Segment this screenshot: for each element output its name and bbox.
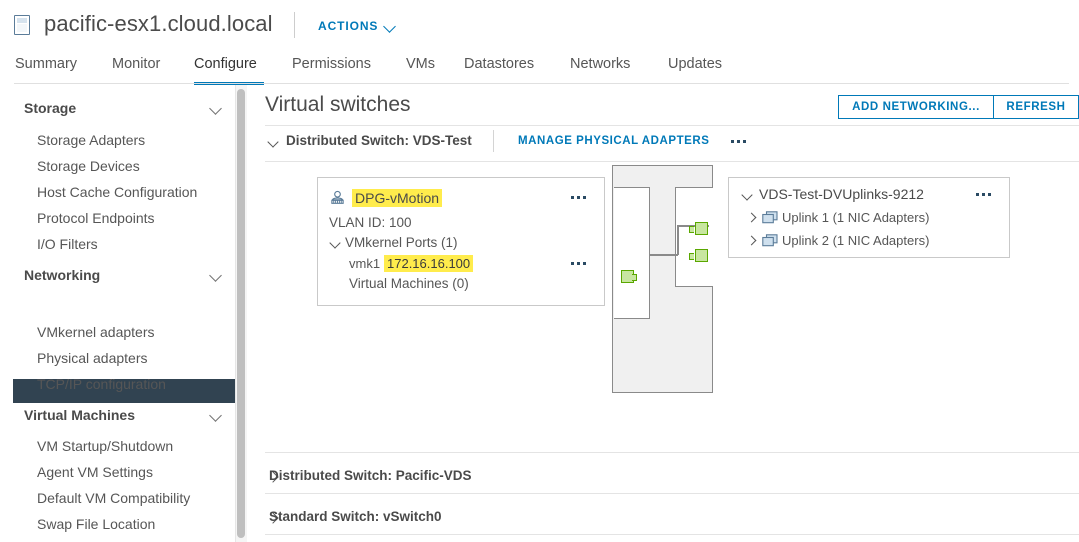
actions-button[interactable]: ACTIONS	[318, 19, 378, 33]
sidebar-scrollbar-thumb[interactable]	[237, 89, 245, 538]
sidebar-group-networking[interactable]: Networking	[24, 267, 100, 283]
uplinks-group-name[interactable]: VDS-Test-DVUplinks-9212	[759, 186, 924, 202]
collapsed-switch-section-1[interactable]: Standard Switch: vSwitch0	[269, 509, 442, 524]
add-networking-button[interactable]: ADD NETWORKING...	[838, 95, 993, 119]
sidebar-group-virtual-machines[interactable]: Virtual Machines	[24, 407, 135, 423]
sidebar-item-virtual-switches[interactable]: Virtual switches	[37, 298, 134, 314]
vmk1-label: vmk1 :	[349, 256, 388, 271]
tab-monitor[interactable]: Monitor	[112, 56, 160, 72]
main-content: Virtual switches ADD NETWORKING... REFRE…	[248, 85, 1079, 542]
port-group-vlan: VLAN ID: 100	[329, 215, 412, 230]
chevron-down-icon[interactable]	[329, 237, 341, 249]
chevron-down-icon[interactable]	[209, 269, 222, 282]
chevron-down-icon[interactable]	[741, 189, 753, 201]
tab-summary[interactable]: Summary	[15, 56, 77, 72]
network-connector-icon	[689, 222, 708, 235]
sidebar-item-vmkernel-adapters[interactable]: VMkernel adapters	[37, 324, 155, 340]
network-connector-icon	[621, 270, 637, 283]
top-bar: pacific-esx1.cloud.local ACTIONS	[0, 0, 1079, 48]
host-icon	[14, 15, 30, 35]
port-group-icon	[331, 190, 344, 204]
port-group-name[interactable]: DPG-vMotion	[352, 189, 443, 207]
sidebar-item-swap-file-location[interactable]: Swap File Location	[37, 516, 155, 532]
tab-vms[interactable]: VMs	[406, 56, 435, 72]
more-options-icon[interactable]	[731, 136, 751, 146]
more-options-icon[interactable]	[976, 189, 996, 199]
sidebar-group-storage[interactable]: Storage	[24, 100, 76, 116]
chevron-right-icon[interactable]	[746, 235, 757, 246]
header-divider	[265, 125, 1079, 126]
more-options-icon[interactable]	[571, 258, 591, 268]
nic-adapter-icon	[762, 211, 778, 224]
section-divider-rule	[265, 534, 1079, 535]
section-divider-rule	[265, 493, 1079, 494]
network-connector-icon	[689, 249, 708, 262]
tab-configure[interactable]: Configure	[194, 56, 257, 72]
sidebar-item-protocol-endpoints[interactable]: Protocol Endpoints	[37, 210, 155, 226]
distributed-switch-label[interactable]: Distributed Switch: VDS-Test	[286, 133, 472, 148]
switch-link-segment	[677, 225, 679, 255]
chevron-down-icon[interactable]	[209, 409, 222, 422]
page-title: Virtual switches	[265, 93, 411, 116]
vmk1-ip-address[interactable]: 172.16.16.100	[384, 255, 474, 272]
uplink-row-label[interactable]: Uplink 2 (1 NIC Adapters)	[782, 233, 929, 248]
tab-datastores[interactable]: Datastores	[464, 56, 534, 72]
more-options-icon[interactable]	[571, 192, 591, 202]
title-divider	[294, 12, 295, 38]
nic-adapter-icon	[762, 234, 778, 247]
section-divider	[493, 130, 494, 152]
virtual-machines-label: Virtual Machines (0)	[349, 276, 469, 291]
distributed-switch-header: Distributed Switch: VDS-Test MANAGE PHYS…	[265, 130, 1079, 161]
section-divider-rule	[265, 161, 1079, 162]
tab-bar: Summary Monitor Configure Permissions VMs Dat…	[0, 48, 1079, 85]
page-host-title: pacific-esx1.cloud.local	[44, 11, 273, 36]
uplinks-panel: VDS-Test-DVUplinks-9212 Uplink 1 (1 NIC …	[728, 177, 1010, 258]
vmkernel-ports-label[interactable]: VMkernel Ports (1)	[345, 235, 458, 250]
uplink-row-label[interactable]: Uplink 1 (1 NIC Adapters)	[782, 210, 929, 225]
refresh-button[interactable]: REFRESH	[993, 95, 1079, 119]
switch-link-segment	[649, 254, 678, 256]
sidebar: Storage Storage Adapters Storage Devices Ho…	[0, 85, 236, 542]
chevron-right-icon[interactable]	[746, 212, 757, 223]
sidebar-item-physical-adapters[interactable]: Physical adapters	[37, 350, 148, 366]
sidebar-item-i-o-filters[interactable]: I/O Filters	[37, 236, 98, 252]
collapsed-switch-section-0[interactable]: Distributed Switch: Pacific-VDS	[269, 468, 472, 483]
chevron-down-icon[interactable]	[267, 136, 279, 148]
switch-left-port-group-graphic	[614, 187, 650, 319]
sidebar-item-storage-adapters[interactable]: Storage Adapters	[37, 132, 145, 148]
sidebar-item-agent-vm-settings[interactable]: Agent VM Settings	[37, 464, 153, 480]
sidebar-item-host-cache-configuration[interactable]: Host Cache Configuration	[37, 184, 197, 200]
tab-updates[interactable]: Updates	[668, 56, 722, 72]
virtual-switch-diagram: DPG-vMotion VLAN ID: 100 VMkernel Ports …	[248, 165, 1079, 415]
tab-networks[interactable]: Networks	[570, 56, 630, 72]
sidebar-item-storage-devices[interactable]: Storage Devices	[37, 158, 140, 174]
chevron-down-icon[interactable]	[209, 102, 222, 115]
port-group-panel: DPG-vMotion VLAN ID: 100 VMkernel Ports …	[317, 177, 605, 306]
sidebar-item-default-vm-compatibility[interactable]: Default VM Compatibility	[37, 490, 190, 506]
tab-bar-underline	[14, 83, 1069, 84]
section-divider-rule	[265, 452, 1079, 453]
switch-right-uplink-graphic	[675, 187, 713, 287]
sidebar-item-tcp-ip-configuration[interactable]: TCP/IP configuration	[37, 376, 166, 392]
manage-physical-adapters-link[interactable]: MANAGE PHYSICAL ADAPTERS	[518, 135, 709, 147]
chevron-down-icon[interactable]	[383, 20, 396, 33]
sidebar-item-vm-startup-shutdown[interactable]: VM Startup/Shutdown	[37, 438, 173, 454]
tab-permissions[interactable]: Permissions	[292, 56, 371, 72]
